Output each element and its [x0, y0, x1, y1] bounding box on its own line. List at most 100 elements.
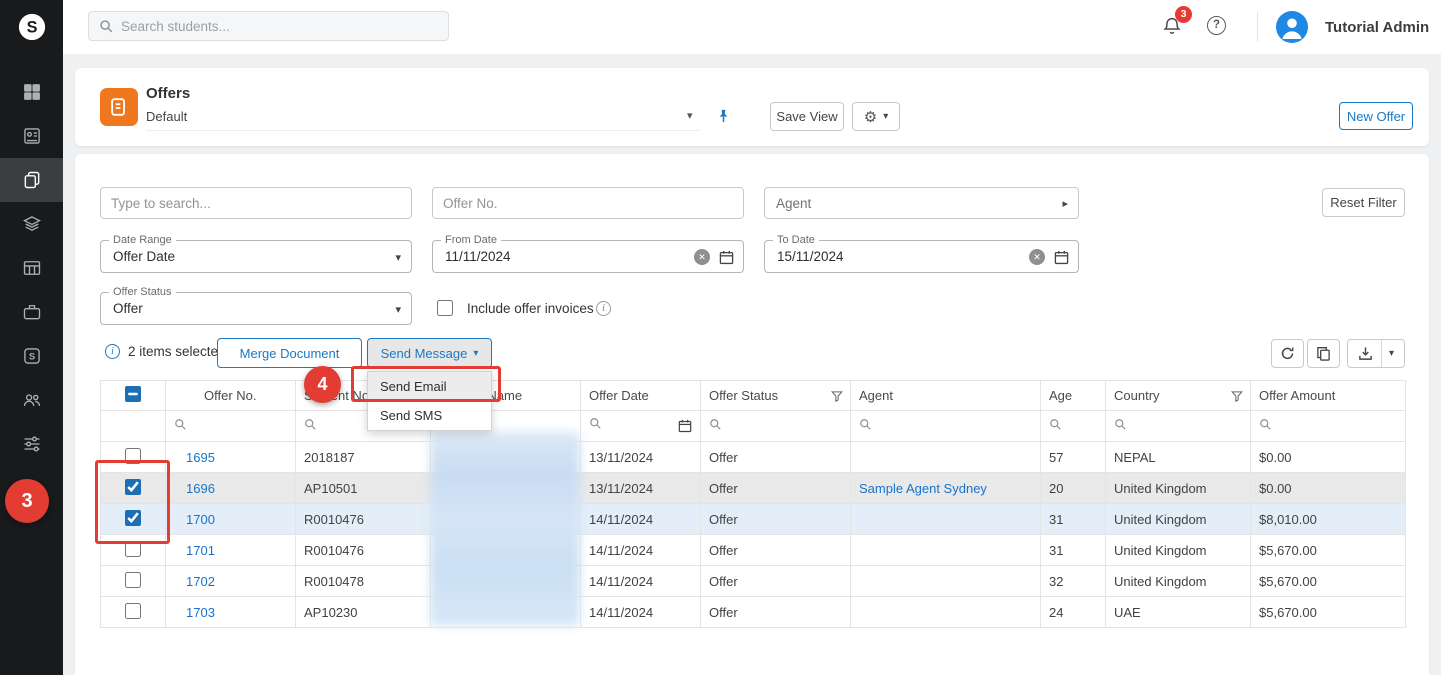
- to-date-field[interactable]: To Date 15/11/2024 ✕: [764, 240, 1079, 273]
- offer-amount-cell: $5,670.00: [1251, 566, 1406, 597]
- column-header-offer-no[interactable]: Offer No.: [166, 381, 296, 411]
- chevron-down-icon[interactable]: ▾: [1389, 348, 1394, 359]
- chevron-down-icon[interactable]: ▾: [395, 303, 401, 316]
- column-header-age[interactable]: Age: [1041, 381, 1106, 411]
- view-selector-caret-icon[interactable]: ▾: [687, 109, 693, 122]
- user-name[interactable]: Tutorial Admin: [1325, 19, 1429, 36]
- table-row[interactable]: 1695 2018187 13/11/2024 Offer 57 NEPAL $…: [101, 442, 1406, 473]
- sidebar-item-services[interactable]: [0, 290, 63, 334]
- column-header-offer-amount[interactable]: Offer Amount: [1251, 381, 1406, 411]
- refresh-button[interactable]: [1271, 339, 1304, 368]
- help-button[interactable]: ?: [1207, 16, 1226, 35]
- sliders-icon: [22, 434, 42, 454]
- sidebar-item-tables[interactable]: [0, 246, 63, 290]
- student-no-cell: R0010476: [296, 535, 431, 566]
- offer-amount-cell: $0.00: [1251, 442, 1406, 473]
- reset-filter-button[interactable]: Reset Filter: [1322, 188, 1405, 217]
- filter-cell-country[interactable]: [1106, 411, 1251, 442]
- view-settings-button[interactable]: ⚙ ▾: [852, 102, 900, 131]
- sidebar-item-dashboard[interactable]: [0, 70, 63, 114]
- calendar-icon[interactable]: [719, 250, 734, 265]
- column-header-country[interactable]: Country: [1106, 381, 1251, 411]
- row-checkbox[interactable]: [125, 603, 141, 619]
- pin-view-button[interactable]: [716, 108, 731, 127]
- student-no-cell: AP10230: [296, 597, 431, 628]
- offer-status-cell: Offer: [701, 473, 851, 504]
- briefcase-icon: [22, 302, 42, 322]
- offer-status-cell: Offer: [701, 597, 851, 628]
- agent-cell: [851, 566, 1041, 597]
- agent-link[interactable]: Sample Agent Sydney: [859, 481, 987, 496]
- offer-no-link[interactable]: 1696: [186, 481, 215, 496]
- filter-cell-agent[interactable]: [851, 411, 1041, 442]
- filter-cell-offer-no[interactable]: [166, 411, 296, 442]
- dashboard-icon: [22, 82, 42, 102]
- country-cell: United Kingdom: [1106, 566, 1251, 597]
- offer-no-link[interactable]: 1695: [186, 450, 215, 465]
- offer-no-link[interactable]: 1701: [186, 543, 215, 558]
- type-to-search-input[interactable]: [100, 187, 412, 219]
- include-offer-invoices-checkbox[interactable]: [437, 300, 453, 316]
- export-button[interactable]: ▾: [1347, 339, 1405, 368]
- filter-cell-offer-status[interactable]: [701, 411, 851, 442]
- offer-no-link[interactable]: 1700: [186, 512, 215, 527]
- subscription-icon: S: [22, 346, 42, 366]
- filter-funnel-icon[interactable]: [1231, 390, 1243, 405]
- offer-no-link[interactable]: 1702: [186, 574, 215, 589]
- calendar-icon[interactable]: [1054, 250, 1069, 265]
- layers-icon: [22, 214, 42, 234]
- clear-date-icon[interactable]: ✕: [694, 249, 710, 265]
- sidebar-item-education[interactable]: [0, 202, 63, 246]
- view-selector-underline: [146, 130, 700, 131]
- sidebar-item-settings[interactable]: [0, 422, 63, 466]
- filter-cell-offer-amount[interactable]: [1251, 411, 1406, 442]
- column-header-offer-status[interactable]: Offer Status: [701, 381, 851, 411]
- agent-dropdown[interactable]: Agent ▸: [764, 187, 1079, 219]
- offers-icon: [22, 170, 42, 190]
- table-row[interactable]: 1702 R0010478 14/11/2024 Offer 32 United…: [101, 566, 1406, 597]
- row-checkbox[interactable]: [125, 572, 141, 588]
- offer-date-cell: 14/11/2024: [581, 504, 701, 535]
- merge-document-button[interactable]: Merge Document: [217, 338, 362, 368]
- date-range-select[interactable]: Date Range Offer Date ▾: [100, 240, 412, 273]
- sidebar-item-invoices[interactable]: S: [0, 334, 63, 378]
- table-row[interactable]: 1696 AP10501 13/11/2024 Offer Sample Age…: [101, 473, 1406, 504]
- annotation-step-4: 4: [304, 366, 341, 403]
- filter-funnel-icon[interactable]: [831, 390, 843, 405]
- menu-item-send-sms[interactable]: Send SMS: [368, 401, 491, 430]
- calendar-icon[interactable]: [678, 419, 692, 436]
- country-cell: UAE: [1106, 597, 1251, 628]
- filter-cell-age[interactable]: [1041, 411, 1106, 442]
- pushpin-icon: [716, 108, 731, 124]
- offer-amount-cell: $5,670.00: [1251, 597, 1406, 628]
- annotation-rect-checkboxes: [95, 460, 170, 544]
- search-input[interactable]: [121, 12, 441, 40]
- view-selector-value[interactable]: Default: [146, 109, 187, 124]
- offer-no-input[interactable]: [432, 187, 744, 219]
- table-row[interactable]: 1700 R0010476 14/11/2024 Offer 31 United…: [101, 504, 1406, 535]
- from-date-field[interactable]: From Date 11/11/2024 ✕: [432, 240, 744, 273]
- offer-status-select[interactable]: Offer Status Offer ▾: [100, 292, 412, 325]
- sidebar-item-offers[interactable]: [0, 158, 63, 202]
- app-logo[interactable]: S: [0, 0, 63, 54]
- clear-date-icon[interactable]: ✕: [1029, 249, 1045, 265]
- sidebar-item-agents[interactable]: [0, 378, 63, 422]
- offers-app-icon: [100, 88, 138, 126]
- new-offer-button[interactable]: New Offer: [1339, 102, 1413, 130]
- table-row[interactable]: 1701 R0010476 14/11/2024 Offer 31 United…: [101, 535, 1406, 566]
- column-header-offer-date[interactable]: Offer Date: [581, 381, 701, 411]
- offer-status-cell: Offer: [701, 535, 851, 566]
- selection-info-icon: i: [105, 344, 120, 359]
- column-header-agent[interactable]: Agent: [851, 381, 1041, 411]
- select-all-checkbox[interactable]: [125, 386, 141, 402]
- sidebar-item-contacts[interactable]: [0, 114, 63, 158]
- age-cell: 32: [1041, 566, 1106, 597]
- send-message-button[interactable]: Send Message ▾: [367, 338, 492, 368]
- copy-button[interactable]: [1307, 339, 1340, 368]
- user-avatar[interactable]: [1276, 11, 1308, 43]
- table-row[interactable]: 1703 AP10230 14/11/2024 Offer 24 UAE $5,…: [101, 597, 1406, 628]
- filter-cell-offer-date[interactable]: [581, 411, 701, 442]
- save-view-button[interactable]: Save View: [770, 102, 844, 131]
- chevron-down-icon[interactable]: ▾: [395, 251, 401, 264]
- offer-no-link[interactable]: 1703: [186, 605, 215, 620]
